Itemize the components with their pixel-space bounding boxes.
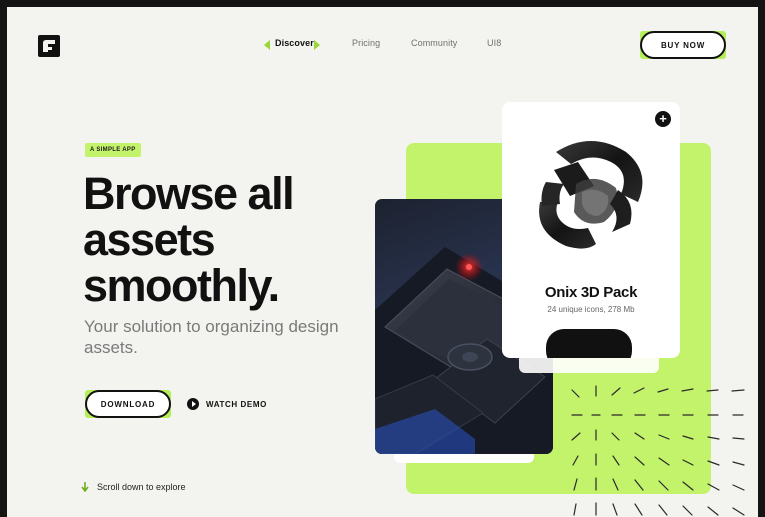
product-subtitle: 24 unique icons, 278 Mb [547, 305, 635, 314]
download-button[interactable]: DOWNLOAD [85, 390, 171, 418]
headline-line: Browse all [83, 168, 295, 219]
product-title: Onix 3D Pack [544, 284, 638, 301]
nav-item-pricing[interactable]: Pricing [352, 38, 380, 48]
nav-item-community[interactable]: Community [411, 38, 457, 48]
nav-item-discover[interactable]: Discover [275, 38, 314, 48]
chevron-right-icon [314, 40, 320, 50]
scroll-hint[interactable]: Scroll down to explore [81, 482, 186, 492]
folder-logo-icon[interactable] [38, 35, 60, 57]
scroll-label: Scroll down to explore [97, 482, 186, 492]
onix-3d-object [539, 141, 643, 249]
nav-item-ui8[interactable]: UI8 [487, 38, 501, 48]
headline-line: assets [83, 214, 216, 265]
dash-pattern [571, 385, 745, 516]
plus-icon[interactable]: + [655, 111, 671, 127]
watch-demo-label: WATCH DEMO [206, 399, 267, 409]
hero-subline: Your solution to organizing design asset… [84, 317, 339, 357]
product-card[interactable]: + Onix 3D Pack 24 unique icons, 278 Mb [502, 102, 680, 358]
headline-line: smoothly. [83, 260, 280, 311]
app-badge: A SIMPLE APP [85, 143, 141, 157]
play-icon [187, 398, 199, 410]
product-action-button[interactable] [546, 329, 632, 358]
buy-now-button[interactable]: BUY NOW [640, 31, 726, 59]
hero-headline: Browse all assets smoothly. [83, 171, 383, 309]
watch-demo-link[interactable]: WATCH DEMO [187, 398, 267, 410]
arrow-down-icon [81, 482, 89, 492]
chevron-left-icon [264, 40, 270, 50]
app-frame: Discover Pricing Community UI8 BUY NOW A… [7, 7, 758, 517]
